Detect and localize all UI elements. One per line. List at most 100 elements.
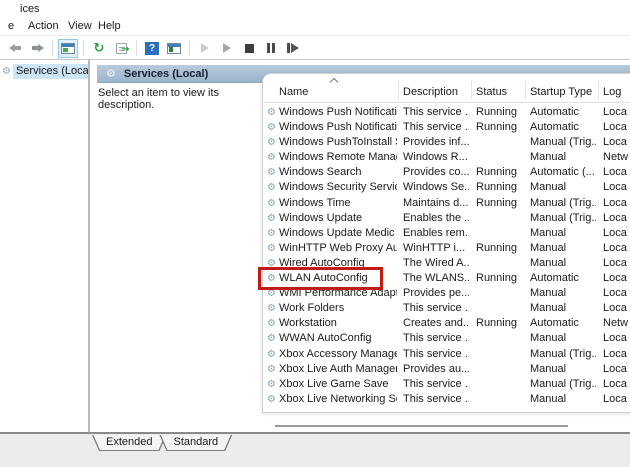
column-header-startup-type[interactable]: Startup Type [530, 86, 596, 98]
stop-service-button[interactable] [239, 39, 259, 58]
cell-name: Windows Update [279, 211, 363, 224]
cell-log-on-as: Loca [603, 302, 627, 315]
cell-description: This service ... [403, 347, 469, 360]
column-header-name[interactable]: Name [279, 86, 397, 98]
cell-name: Work Folders [279, 302, 345, 315]
restart-service-icon [287, 43, 290, 53]
cell-status: Running [476, 181, 517, 194]
forward-button[interactable] [27, 39, 47, 58]
service-gear-icon: ⚙ [267, 152, 276, 164]
table-row[interactable]: ⚙Windows Update Medic Ser... Enables rem.… [263, 226, 630, 241]
table-row[interactable]: ⚙ Windows Update Enables the ... Manual (Tr… [263, 211, 630, 226]
services-gear-icon: ⚙ [2, 66, 11, 77]
cell-status: Running [476, 317, 517, 330]
forward-arrow-icon [31, 43, 44, 53]
menu-item-view[interactable]: View [68, 20, 92, 32]
column-separator [525, 81, 526, 99]
cell-name: Windows Security Service [279, 181, 397, 194]
table-row[interactable]: ⚙Windows Push Notification... This servic… [263, 105, 630, 120]
table-row[interactable]: ⚙Xbox Accessory Manageme... This service … [263, 347, 630, 362]
cell-startup-type: Automatic [530, 272, 579, 285]
cell-status: Running [476, 241, 517, 254]
cell-startup-type: Manual (Trig... [530, 377, 596, 390]
table-row[interactable]: ⚙Windows PushToInstall Serv... Provides i… [263, 135, 630, 150]
console-tree-panel: ⚙ Services (Local) [0, 60, 99, 432]
cell-description: This service ... [403, 302, 469, 315]
column-header-log[interactable]: Log [603, 86, 630, 98]
export-list-button[interactable]: → [111, 39, 131, 58]
table-row[interactable]: ⚙ Windows Time Maintains d... Running Manual… [263, 196, 630, 211]
cell-log-on-as: Loca [603, 392, 627, 405]
menu-item-help[interactable]: Help [98, 20, 121, 32]
resume-service-icon [223, 43, 231, 53]
table-row[interactable]: ⚙ WWAN AutoConfig This service ... Manual Lo… [263, 331, 630, 346]
table-row[interactable]: ⚙ Xbox Live Auth Manager Provides au... Man… [263, 362, 630, 377]
cell-status: Running [476, 272, 517, 285]
cell-name: Windows Time [279, 196, 351, 209]
table-row[interactable]: ⚙Windows Push Notification... This servic… [263, 120, 630, 135]
cell-startup-type: Automatic [530, 106, 579, 118]
window-title: ices [20, 3, 40, 15]
cell-name: Xbox Accessory Manageme... [279, 347, 397, 360]
cell-log-on-as: Loca [603, 287, 627, 300]
horizontal-scrollbar[interactable] [275, 425, 568, 427]
cell-startup-type: Manual [530, 332, 567, 345]
tree-item-services-local[interactable]: ⚙ Services (Local) [2, 63, 99, 80]
cell-log-on-as: Netw [603, 151, 629, 164]
column-separator [471, 81, 472, 99]
cell-name: Xbox Live Auth Manager [279, 362, 397, 375]
service-gear-icon: ⚙ [267, 242, 276, 254]
cell-description: This service ... [403, 106, 469, 118]
cell-description: WinHTTP i... [403, 241, 466, 254]
service-gear-icon: ⚙ [267, 303, 276, 315]
pause-service-icon [267, 43, 270, 53]
tab-standard[interactable]: Standard [159, 435, 232, 451]
table-row[interactable]: ⚙ Windows Search Provides co... Running Auto… [263, 165, 630, 180]
help-button[interactable]: ? [142, 39, 162, 58]
table-row[interactable]: ⚙WinHTTP Web Proxy Auto-... WinHTTP i... R… [263, 241, 630, 256]
menu-item-e[interactable]: e [8, 20, 14, 32]
show-console-tree-button[interactable] [164, 39, 184, 58]
cell-startup-type: Manual [530, 256, 567, 269]
cell-description: Enables rem... [403, 226, 469, 239]
cell-startup-type: Manual [530, 226, 567, 239]
table-row[interactable]: ⚙ Windows Security Service Windows Se... Ru… [263, 180, 630, 195]
cell-log-on-as: Loca [603, 211, 627, 224]
restart-service-button[interactable] [283, 39, 303, 58]
resume-service-button[interactable] [217, 39, 237, 58]
refresh-button[interactable]: ↻ [89, 39, 109, 58]
start-service-button[interactable] [195, 39, 215, 58]
service-gear-icon: ⚙ [267, 363, 276, 375]
table-row[interactable]: ⚙Xbox Live Networking Service This servic… [263, 392, 630, 407]
cell-description: Provides co... [403, 166, 469, 179]
title-bar: ices [0, 0, 630, 18]
cell-name: WWAN AutoConfig [279, 332, 372, 345]
toolbar-separator [83, 40, 84, 56]
list-header-row: Name Description Status Startup Type Log [263, 74, 630, 103]
column-header-description[interactable]: Description [403, 86, 469, 98]
table-row[interactable]: ⚙Windows Remote Manage... Windows R... Man… [263, 150, 630, 165]
table-row[interactable]: ⚙ Xbox Live Game Save This service ... Manu… [263, 377, 630, 392]
tab-extended[interactable]: Extended [92, 435, 166, 451]
column-header-status[interactable]: Status [476, 86, 523, 98]
cell-name: Workstation [279, 317, 337, 330]
cell-description: This service ... [403, 332, 469, 345]
cell-log-on-as: Loca [603, 347, 627, 360]
cell-startup-type: Manual [530, 241, 567, 254]
cell-description: The Wired A... [403, 256, 469, 269]
cell-status: Running [476, 196, 517, 209]
cell-startup-type: Manual (Trig... [530, 196, 596, 209]
cell-startup-type: Automatic (... [530, 166, 595, 179]
back-arrow-icon [8, 43, 22, 53]
table-row[interactable]: ⚙ Workstation Creates and... Running Automat… [263, 316, 630, 331]
pause-service-button[interactable] [261, 39, 281, 58]
cell-description: This service ... [403, 392, 469, 405]
console-window-button[interactable] [58, 38, 78, 58]
back-button[interactable] [5, 39, 25, 58]
service-gear-icon: ⚙ [267, 378, 276, 390]
red-highlight-annotation [258, 267, 383, 291]
menu-item-action[interactable]: Action [28, 20, 59, 32]
cell-description: This service ... [403, 377, 469, 390]
table-row[interactable]: ⚙ Work Folders This service ... Manual Loca [263, 301, 630, 316]
cell-startup-type: Manual (Trig... [530, 347, 596, 360]
